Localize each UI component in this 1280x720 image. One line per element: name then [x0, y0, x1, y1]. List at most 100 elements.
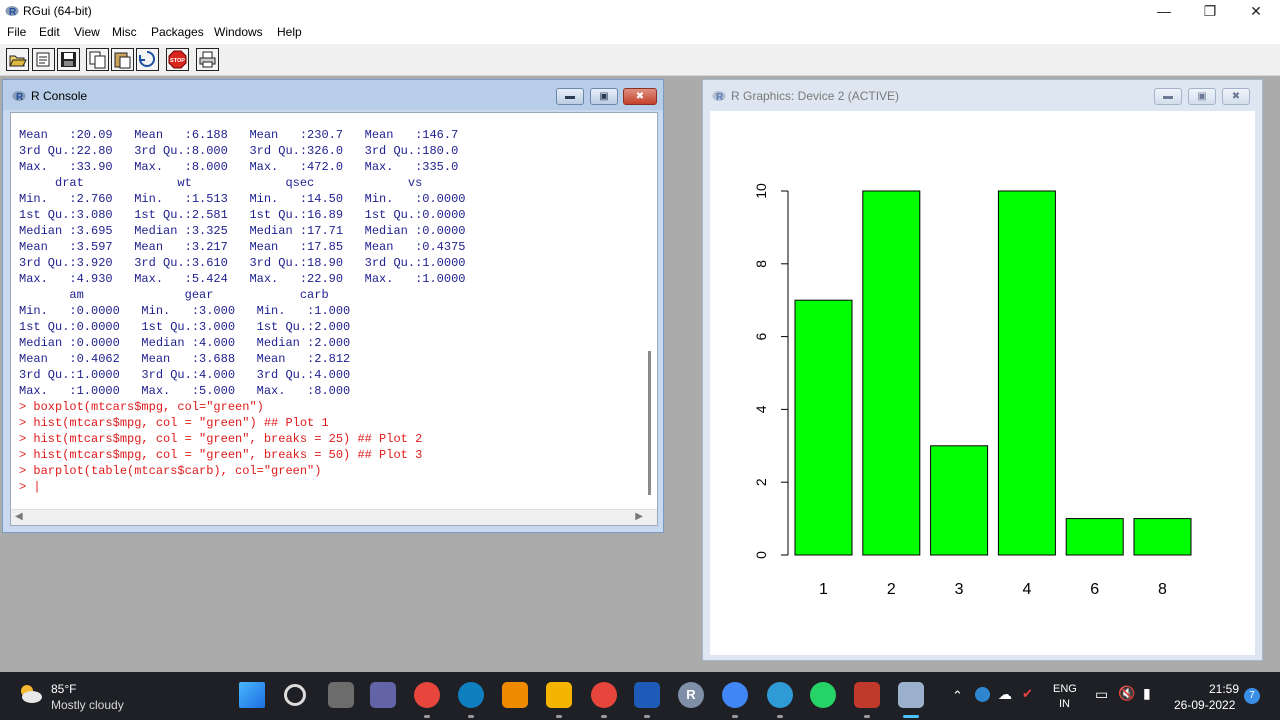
print-icon	[199, 51, 216, 68]
console-vertical-scrollbar[interactable]	[648, 351, 651, 495]
battery-icon[interactable]: ▮	[1143, 685, 1151, 702]
bar-4	[997, 190, 1056, 556]
language-indicator[interactable]: ENG	[1053, 683, 1077, 695]
edge-app[interactable]	[458, 682, 484, 708]
whatsapp-app[interactable]	[810, 682, 836, 708]
chrome-profile-2-app[interactable]	[722, 682, 748, 708]
file-explorer-app[interactable]	[546, 682, 572, 708]
console-output-line: Max. :4.930 Max. :5.424 Max. :22.90 Max.…	[19, 272, 466, 286]
menu-view[interactable]: View	[74, 25, 100, 39]
y-tick-label: 10	[753, 183, 769, 199]
close-button[interactable]: ✕	[1233, 0, 1279, 22]
telegram-app[interactable]	[767, 682, 793, 708]
console-output-line: drat wt qsec vs	[19, 176, 423, 190]
onedrive-icon[interactable]: ☁	[998, 686, 1012, 703]
console-output-line: Max. :1.0000 Max. :5.000 Max. :8.000	[19, 384, 351, 398]
y-tick-label: 8	[753, 260, 769, 268]
scroll-right-icon[interactable]: ▶	[635, 511, 643, 522]
clock-app-icon[interactable]	[975, 687, 990, 702]
r-logo-icon: R	[12, 91, 26, 102]
menu-edit[interactable]: Edit	[39, 25, 60, 39]
save-button[interactable]	[57, 48, 80, 71]
console-output-line: Mean :20.09 Mean :6.188 Mean :230.7 Mean…	[19, 128, 459, 142]
console-command-line: > barplot(table(mtcars$carb), col="green…	[19, 464, 322, 478]
menu-help[interactable]: Help	[277, 25, 302, 39]
load-workspace-button[interactable]	[32, 48, 55, 71]
console-output-line: Median :0.0000 Median :4.000 Median :2.0…	[19, 336, 351, 350]
console-minimize-button[interactable]: ▬	[556, 88, 584, 105]
x-tick-label: 4	[1022, 581, 1031, 598]
app-title-bar: R RGui (64-bit) — ❐ ✕	[0, 0, 1280, 22]
volume-muted-icon[interactable]: 🔇	[1118, 685, 1135, 702]
graphics-maximize-button[interactable]: ▣	[1188, 88, 1216, 105]
open-script-button[interactable]	[6, 48, 29, 71]
console-output-line: Mean :0.4062 Mean :3.688 Mean :2.812	[19, 352, 351, 366]
menu-file[interactable]: File	[7, 25, 26, 39]
svg-text:R: R	[16, 92, 24, 102]
graphics-close-button[interactable]: ✖	[1222, 88, 1250, 105]
r-app[interactable]: R	[678, 682, 704, 708]
bar-3	[930, 445, 989, 556]
menu-bar: File Edit View Misc Packages Windows Hel…	[0, 22, 1280, 44]
graphics-title-bar[interactable]: R R Graphics: Device 2 (ACTIVE) ▬ ▣ ✖	[703, 80, 1262, 110]
copy-paste-icon	[139, 51, 155, 67]
weather-temperature[interactable]: 85°F	[51, 682, 76, 696]
plot-area: 0 2 4 6 8 10 1 2 3 4 6 8	[710, 111, 1255, 655]
weather-description[interactable]: Mostly cloudy	[51, 698, 124, 712]
graphics-minimize-button[interactable]: ▬	[1154, 88, 1182, 105]
menu-packages[interactable]: Packages	[151, 25, 204, 39]
x-tick-label: 1	[819, 581, 828, 598]
console-title: R Console	[31, 89, 88, 103]
running-indicator	[644, 715, 650, 718]
teams-chat-app[interactable]	[370, 682, 396, 708]
console-title-bar[interactable]: R R Console ▬ ▣ ✖	[3, 80, 663, 110]
scroll-left-icon[interactable]: ◀	[15, 511, 23, 522]
start-button[interactable]	[239, 682, 265, 708]
svg-text:R: R	[9, 7, 17, 17]
task-view-button[interactable]	[328, 682, 354, 708]
console-output[interactable]: Mean :20.09 Mean :6.188 Mean :230.7 Mean…	[10, 112, 658, 526]
console-maximize-button[interactable]: ▣	[590, 88, 618, 105]
chrome-profile-app[interactable]	[591, 682, 617, 708]
console-output-line: Min. :0.0000 Min. :3.000 Min. :1.000	[19, 304, 351, 318]
copy-button[interactable]	[86, 48, 109, 71]
stop-button[interactable]: STOP	[166, 48, 189, 71]
console-command-line: > hist(mtcars$mpg, col = "green") ## Plo…	[19, 416, 329, 430]
console-text[interactable]: Mean :20.09 Mean :6.188 Mean :230.7 Mean…	[19, 127, 465, 495]
console-close-button[interactable]: ✖	[623, 88, 657, 105]
snipping-tool-app[interactable]	[854, 682, 880, 708]
copy-paste-button[interactable]	[136, 48, 159, 71]
region-indicator[interactable]: IN	[1059, 698, 1070, 710]
rgui-app[interactable]	[898, 682, 924, 708]
r-graphics-window[interactable]: R R Graphics: Device 2 (ACTIVE) ▬ ▣ ✖ 0 2…	[702, 79, 1263, 661]
running-indicator	[732, 715, 738, 718]
clock-date[interactable]: 26-09-2022	[1174, 698, 1235, 712]
stop-icon: STOP	[168, 50, 187, 69]
bar-chart: 02468101 2 3 4 6 8	[753, 183, 1192, 598]
search-button[interactable]	[284, 684, 306, 706]
sync-icon[interactable]: ✔	[1022, 686, 1033, 702]
network-icon[interactable]: ▭	[1095, 686, 1108, 703]
word-app[interactable]	[634, 682, 660, 708]
clock-time[interactable]: 21:59	[1209, 682, 1239, 696]
console-output-line: am gear carb	[19, 288, 329, 302]
vlc-app[interactable]	[502, 682, 528, 708]
paste-button[interactable]	[111, 48, 134, 71]
print-button[interactable]	[196, 48, 219, 71]
minimize-button[interactable]: —	[1141, 0, 1187, 22]
console-horizontal-scrollbar[interactable]: ◀ ▶	[11, 509, 657, 525]
console-output-line: Median :3.695 Median :3.325 Median :17.7…	[19, 224, 466, 238]
notification-badge[interactable]: 7	[1244, 688, 1260, 704]
r-console-window[interactable]: R R Console ▬ ▣ ✖ Mean :20.09 Mean :6.18…	[2, 79, 664, 533]
menu-windows[interactable]: Windows	[214, 25, 263, 39]
restore-button[interactable]: ❐	[1187, 0, 1233, 22]
weather-cloud-icon[interactable]	[17, 682, 43, 706]
x-tick-label: 3	[955, 581, 964, 598]
chrome-app[interactable]	[414, 682, 440, 708]
running-indicator	[468, 715, 474, 718]
y-tick-label: 2	[753, 478, 769, 486]
menu-misc[interactable]: Misc	[112, 25, 137, 39]
bar-2	[862, 190, 921, 556]
show-hidden-icons-icon[interactable]: ⌃	[952, 688, 963, 704]
running-indicator	[903, 715, 919, 718]
